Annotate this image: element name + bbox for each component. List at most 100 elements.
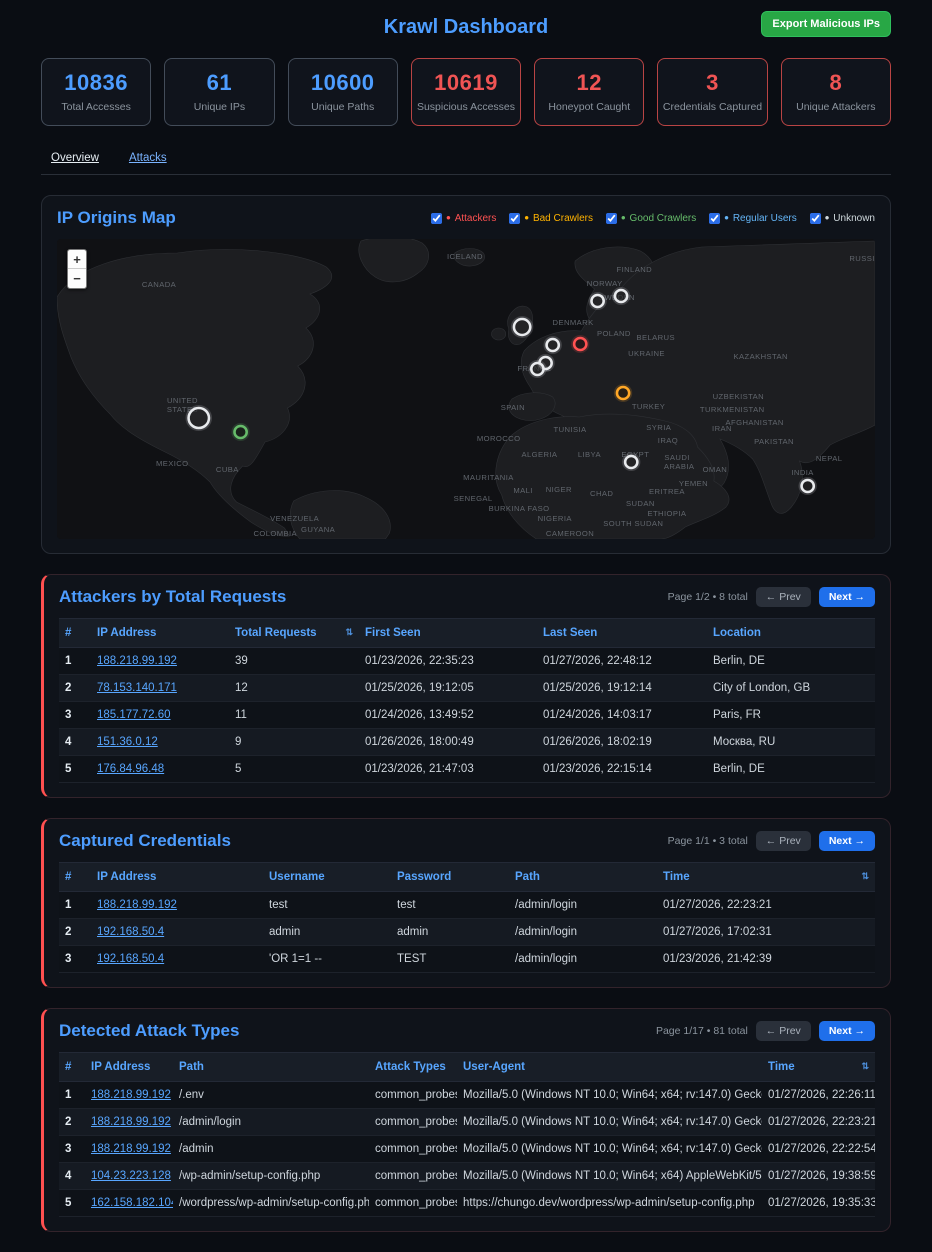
ip-address-link[interactable]: 104.23.223.128 bbox=[91, 1170, 171, 1182]
ip-address-link[interactable]: 78.153.140.171 bbox=[97, 682, 177, 694]
map-country-label: LIBYA bbox=[578, 450, 602, 459]
cell: Mozilla/5.0 (Windows NT 10.0; Win64; x64… bbox=[457, 1136, 762, 1163]
column-header-last-seen[interactable]: Last Seen bbox=[537, 619, 707, 648]
legend-checkbox-good-crawlers[interactable] bbox=[606, 213, 617, 224]
next-page-button[interactable]: Next → bbox=[819, 587, 875, 607]
legend-item-attackers: •Attackers bbox=[431, 213, 496, 224]
next-page-button[interactable]: Next → bbox=[819, 1021, 875, 1041]
zoom-in-button[interactable]: + bbox=[68, 250, 86, 269]
zoom-out-button[interactable]: − bbox=[68, 269, 86, 288]
ip-address-link[interactable]: 192.168.50.4 bbox=[97, 926, 164, 938]
marker-ring bbox=[234, 426, 246, 438]
column-header-ip-address[interactable]: IP Address bbox=[85, 1053, 173, 1082]
ip-address-link[interactable]: 188.218.99.192 bbox=[91, 1089, 171, 1101]
cell: 01/27/2026, 22:23:21 bbox=[657, 892, 875, 919]
table-row: 5176.84.96.48501/23/2026, 21:47:0301/23/… bbox=[59, 756, 875, 783]
cell: 'OR 1=1 -- bbox=[263, 946, 391, 973]
prev-page-button[interactable]: ← Prev bbox=[756, 831, 811, 851]
cell: common_probes bbox=[369, 1136, 457, 1163]
map-marker-bad[interactable] bbox=[614, 384, 632, 402]
tab-overview[interactable]: Overview bbox=[51, 152, 99, 164]
table-row: 3185.177.72.601101/24/2026, 13:49:5201/2… bbox=[59, 702, 875, 729]
cell: 11 bbox=[229, 702, 359, 729]
column-header-time[interactable]: Time⇅ bbox=[657, 863, 875, 892]
map-country-label: NIGER bbox=[546, 485, 572, 494]
ip-address-link[interactable]: 185.177.72.60 bbox=[97, 709, 171, 721]
prev-page-button[interactable]: ← Prev bbox=[756, 587, 811, 607]
stat-label: Honeypot Caught bbox=[539, 101, 639, 113]
legend-label: Attackers bbox=[455, 213, 497, 224]
map-marker-unknown[interactable] bbox=[544, 336, 562, 354]
sort-icon[interactable]: ⇅ bbox=[861, 1061, 869, 1072]
column-header-ip-address[interactable]: IP Address bbox=[91, 619, 229, 648]
ip-address-link[interactable]: 176.84.96.48 bbox=[97, 763, 164, 775]
world-map[interactable]: + − ICELANDCANADARUSSIAFINLANDNOR bbox=[57, 239, 875, 539]
ip-address-link[interactable]: 188.218.99.192 bbox=[91, 1143, 171, 1155]
cell: 01/27/2026, 17:02:31 bbox=[657, 919, 875, 946]
tab-attacks[interactable]: Attacks bbox=[129, 152, 167, 164]
row-number: 5 bbox=[59, 756, 91, 783]
row-number: 2 bbox=[59, 675, 91, 702]
stat-value: 12 bbox=[539, 70, 639, 96]
column-header-attack-types[interactable]: Attack Types bbox=[369, 1053, 457, 1082]
ip-address-link[interactable]: 188.218.99.192 bbox=[97, 655, 177, 667]
map-marker-unknown[interactable] bbox=[511, 316, 533, 338]
map-marker-unknown[interactable] bbox=[186, 405, 213, 431]
map-marker-unknown[interactable] bbox=[622, 453, 640, 471]
legend-dot: • bbox=[524, 213, 529, 223]
ip-address-link[interactable]: 192.168.50.4 bbox=[97, 953, 164, 965]
map-marker-unknown[interactable] bbox=[612, 287, 630, 305]
column-header-[interactable]: # bbox=[59, 1053, 85, 1082]
column-header-[interactable]: # bbox=[59, 619, 91, 648]
column-header-first-seen[interactable]: First Seen bbox=[359, 619, 537, 648]
prev-page-button[interactable]: ← Prev bbox=[756, 1021, 811, 1041]
sort-icon[interactable]: ⇅ bbox=[345, 627, 353, 638]
column-header-path[interactable]: Path bbox=[173, 1053, 369, 1082]
legend-dot: • bbox=[825, 213, 830, 223]
map-marker-good[interactable] bbox=[231, 423, 249, 441]
attack-types-pagination: Page 1/17 • 81 total ← Prev Next → bbox=[656, 1021, 875, 1041]
marker-ring bbox=[574, 338, 586, 350]
cell: 5 bbox=[229, 756, 359, 783]
ip-address-link[interactable]: 151.36.0.12 bbox=[97, 736, 158, 748]
legend-checkbox-unknown[interactable] bbox=[810, 213, 821, 224]
column-header-ip-address[interactable]: IP Address bbox=[91, 863, 263, 892]
export-malicious-ips-button[interactable]: Export Malicious IPs bbox=[761, 11, 891, 37]
legend-checkbox-attackers[interactable] bbox=[431, 213, 442, 224]
ip-cell: 188.218.99.192 bbox=[91, 892, 263, 919]
map-country-label: IRAQ bbox=[658, 436, 678, 445]
map-marker-attacker[interactable] bbox=[571, 335, 589, 353]
legend-label: Unknown bbox=[833, 213, 875, 224]
marker-ring bbox=[615, 290, 627, 302]
ip-address-link[interactable]: 188.218.99.192 bbox=[97, 899, 177, 911]
column-header-location[interactable]: Location bbox=[707, 619, 875, 648]
stat-label: Credentials Captured bbox=[662, 101, 762, 113]
legend-checkbox-regular-users[interactable] bbox=[709, 213, 720, 224]
page-info: Page 1/2 • 8 total bbox=[668, 591, 748, 603]
column-header-time[interactable]: Time⇅ bbox=[762, 1053, 875, 1082]
column-label: Path bbox=[515, 871, 540, 883]
column-header-[interactable]: # bbox=[59, 863, 91, 892]
ip-cell: 185.177.72.60 bbox=[91, 702, 229, 729]
table-row: 1188.218.99.1923901/23/2026, 22:35:2301/… bbox=[59, 648, 875, 675]
column-header-password[interactable]: Password bbox=[391, 863, 509, 892]
marker-ring bbox=[189, 408, 209, 428]
ip-address-link[interactable]: 188.218.99.192 bbox=[91, 1116, 171, 1128]
column-header-user-agent[interactable]: User-Agent bbox=[457, 1053, 762, 1082]
next-page-button[interactable]: Next → bbox=[819, 831, 875, 851]
column-header-total-requests[interactable]: Total Requests⇅ bbox=[229, 619, 359, 648]
map-marker-unknown[interactable] bbox=[588, 292, 606, 310]
page-info: Page 1/1 • 3 total bbox=[668, 835, 748, 847]
column-header-username[interactable]: Username bbox=[263, 863, 391, 892]
legend-dot: • bbox=[724, 213, 729, 223]
cell: 01/27/2026, 19:35:33 bbox=[762, 1190, 875, 1217]
map-marker-unknown[interactable] bbox=[528, 360, 546, 378]
map-marker-unknown[interactable] bbox=[799, 477, 817, 495]
column-header-path[interactable]: Path bbox=[509, 863, 657, 892]
sort-icon[interactable]: ⇅ bbox=[861, 871, 869, 882]
legend-checkbox-bad-crawlers[interactable] bbox=[509, 213, 520, 224]
ip-address-link[interactable]: 162.158.182.104 bbox=[91, 1197, 173, 1209]
legend-item-regular-users: •Regular Users bbox=[709, 213, 796, 224]
map-country-label: CAMEROON bbox=[546, 529, 594, 538]
map-country-label: COLOMBIA bbox=[253, 529, 297, 538]
